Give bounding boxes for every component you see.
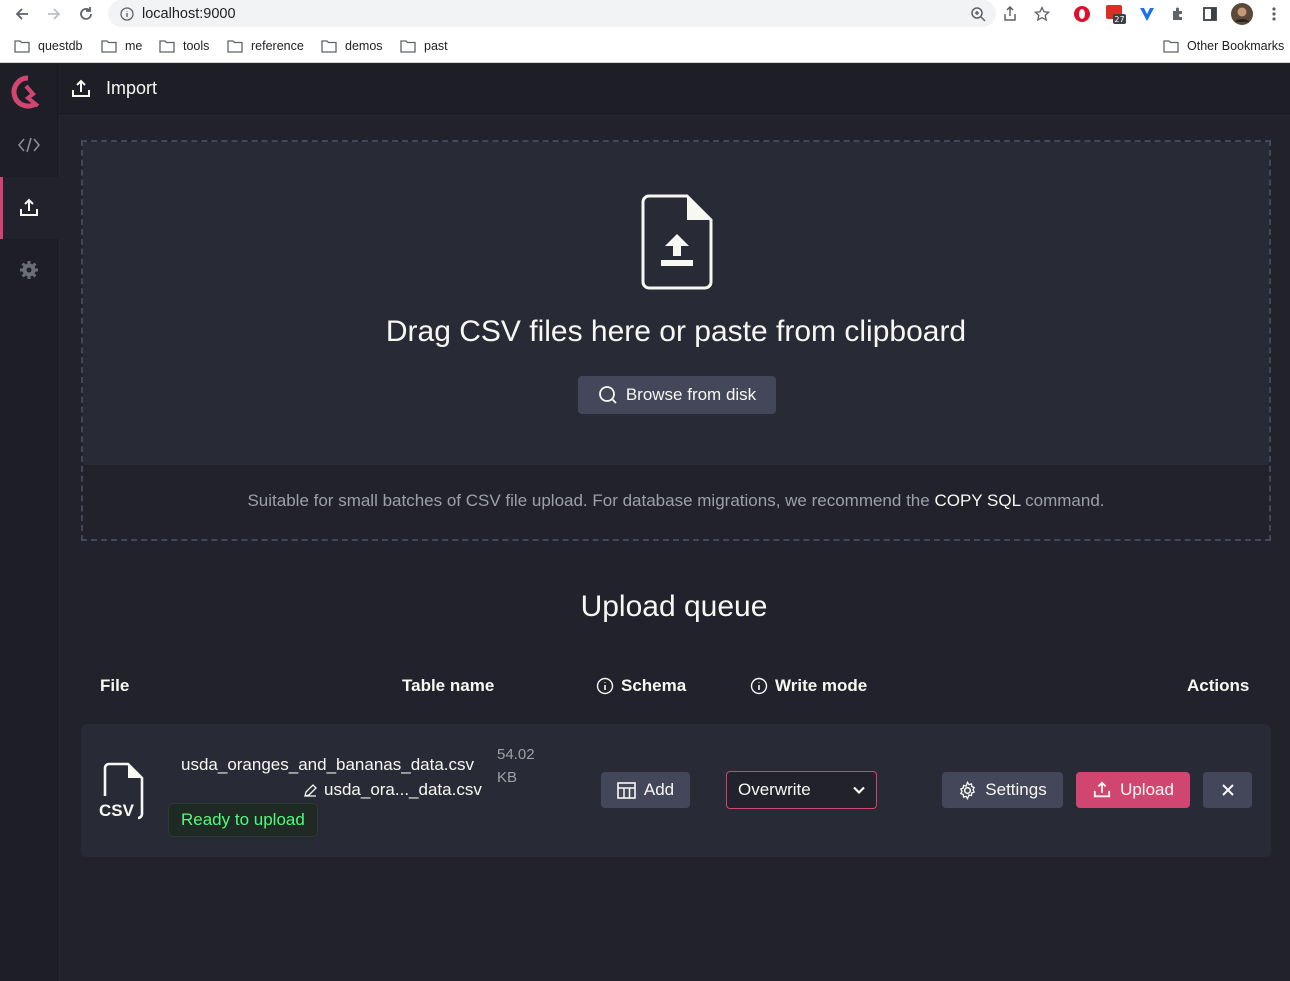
file-upload-icon bbox=[641, 194, 713, 294]
status-badge: Ready to upload bbox=[168, 803, 318, 837]
folder-icon bbox=[321, 39, 337, 53]
column-header-table-name: Table name bbox=[402, 676, 495, 695]
upload-hint: Suitable for small batches of CSV file u… bbox=[247, 491, 1105, 510]
csv-dropzone[interactable]: Drag CSV files here or paste from clipbo… bbox=[81, 140, 1271, 541]
code-icon bbox=[17, 137, 41, 153]
info-icon[interactable] bbox=[750, 677, 768, 695]
table-row: CSV usda_oranges_and_bananas_data.csv us… bbox=[81, 724, 1271, 857]
bookmark-star-icon[interactable] bbox=[1032, 4, 1052, 24]
browse-from-disk-button[interactable]: Browse from disk bbox=[578, 376, 776, 414]
browser-toolbar: localhost:9000 27 bbox=[0, 0, 1290, 28]
bookmark-folder-questdb[interactable]: questdb bbox=[14, 37, 82, 55]
bookmark-folder-other[interactable]: Other Bookmarks bbox=[1163, 37, 1284, 55]
bookmark-folder-reference[interactable]: reference bbox=[227, 37, 304, 55]
column-header-actions: Actions bbox=[1187, 676, 1250, 695]
folder-icon bbox=[227, 39, 243, 53]
folder-icon bbox=[1163, 39, 1179, 53]
bookmark-folder-demos[interactable]: demos bbox=[321, 37, 383, 55]
url-text: localhost:9000 bbox=[142, 5, 236, 22]
back-icon[interactable] bbox=[12, 4, 32, 24]
file-size: 54.02 KB bbox=[497, 746, 535, 786]
folder-icon bbox=[101, 39, 117, 53]
reload-icon[interactable] bbox=[76, 4, 96, 24]
side-panel-icon[interactable] bbox=[1199, 3, 1221, 25]
folder-icon bbox=[400, 39, 416, 53]
table-icon bbox=[617, 781, 636, 799]
drag-drop-heading: Drag CSV files here or paste from clipbo… bbox=[385, 315, 967, 348]
upload-icon bbox=[72, 79, 90, 97]
upload-icon bbox=[20, 198, 38, 216]
sidebar-item-settings[interactable] bbox=[0, 239, 58, 301]
avatar[interactable] bbox=[1231, 3, 1253, 25]
upload-icon bbox=[1093, 781, 1111, 798]
extensions-puzzle-icon[interactable] bbox=[1167, 3, 1189, 25]
search-icon bbox=[598, 386, 617, 404]
site-info-icon[interactable] bbox=[120, 6, 134, 21]
folder-icon bbox=[159, 39, 175, 53]
zoom-icon[interactable] bbox=[968, 4, 988, 24]
bookmark-folder-past[interactable]: past bbox=[400, 37, 448, 55]
chevron-down-icon bbox=[853, 786, 865, 795]
upload-queue-title: Upload queue bbox=[580, 590, 768, 623]
file-name: usda_oranges_and_bananas_data.csv bbox=[181, 755, 475, 774]
heart-extension-icon[interactable] bbox=[1136, 3, 1158, 25]
bookmark-folder-me[interactable]: me bbox=[101, 37, 142, 55]
column-header-file: File bbox=[100, 676, 130, 695]
column-header-write-mode: Write mode bbox=[750, 676, 867, 696]
sidebar-item-import[interactable] bbox=[0, 177, 58, 239]
close-icon bbox=[1221, 784, 1234, 796]
table-name-edit[interactable]: usda_ora..._data.csv bbox=[303, 780, 482, 800]
extension-badge: 27 bbox=[1114, 15, 1124, 24]
gear-icon bbox=[960, 780, 976, 800]
questdb-app: Import Drag CSV files here or paste from… bbox=[0, 64, 1290, 981]
calendar-extension-icon[interactable]: 27 bbox=[1104, 3, 1126, 25]
browser-menu-icon[interactable] bbox=[1263, 3, 1285, 25]
copy-sql-link[interactable]: COPY SQL bbox=[934, 491, 1020, 510]
settings-button[interactable]: Settings bbox=[942, 772, 1063, 808]
remove-file-button[interactable] bbox=[1203, 772, 1252, 808]
share-icon[interactable] bbox=[1000, 4, 1020, 24]
sidebar-item-code[interactable] bbox=[0, 114, 58, 176]
questdb-logo-icon[interactable] bbox=[8, 72, 48, 112]
upload-button[interactable]: Upload bbox=[1076, 772, 1190, 808]
file-type-label: CSV bbox=[99, 801, 135, 820]
bookmark-folder-tools[interactable]: tools bbox=[159, 37, 209, 55]
sidebar bbox=[0, 64, 58, 981]
write-mode-select[interactable]: Overwrite bbox=[726, 771, 877, 809]
column-header-schema: Schema bbox=[596, 676, 686, 696]
forward-icon[interactable] bbox=[44, 4, 64, 24]
table-name: usda_ora..._data.csv bbox=[324, 780, 482, 799]
page-header: Import bbox=[58, 64, 1290, 114]
pencil-icon bbox=[304, 783, 317, 797]
info-icon[interactable] bbox=[596, 677, 614, 695]
bookmarks-bar: questdb me tools reference demos past Ot… bbox=[0, 28, 1290, 63]
folder-icon bbox=[14, 39, 30, 53]
address-bar[interactable]: localhost:9000 bbox=[108, 0, 996, 27]
gear-icon bbox=[20, 261, 38, 279]
opera-extension-icon[interactable] bbox=[1071, 3, 1093, 25]
add-schema-button[interactable]: Add bbox=[601, 772, 690, 808]
csv-file-icon: CSV bbox=[97, 762, 153, 824]
dropzone-area[interactable]: Drag CSV files here or paste from clipbo… bbox=[83, 142, 1269, 465]
page-title: Import bbox=[106, 78, 158, 98]
